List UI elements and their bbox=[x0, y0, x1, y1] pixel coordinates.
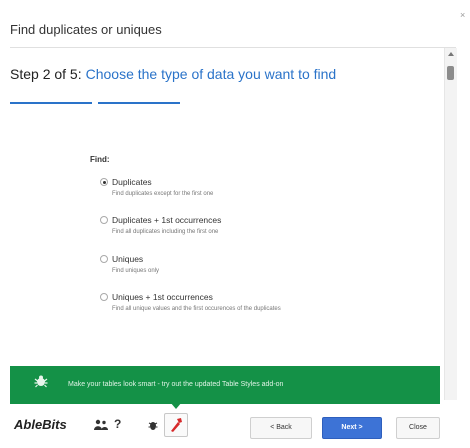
scroll-up-icon[interactable] bbox=[448, 52, 454, 56]
progress-segment bbox=[98, 102, 180, 104]
footer-bar: AbleBits ? < Back Next > Close bbox=[10, 404, 456, 448]
radio-uniques[interactable] bbox=[100, 255, 108, 263]
radio-uniques-first[interactable] bbox=[100, 293, 108, 301]
next-button[interactable]: Next > bbox=[322, 417, 382, 439]
tools-icon bbox=[171, 418, 182, 432]
bug-report-icon[interactable] bbox=[148, 419, 158, 431]
step-header: Step 2 of 5: Choose the type of data you … bbox=[10, 66, 336, 82]
banner-text[interactable]: Make your tables look smart - try out th… bbox=[68, 381, 283, 388]
close-button[interactable]: Close bbox=[396, 417, 440, 439]
scrollbar[interactable] bbox=[444, 48, 457, 400]
back-button[interactable]: < Back bbox=[250, 417, 312, 439]
dialog-title: Find duplicates or uniques bbox=[10, 22, 162, 37]
option-description: Find all duplicates including the first … bbox=[112, 229, 219, 235]
promo-banner[interactable]: Make your tables look smart - try out th… bbox=[10, 366, 440, 409]
option-description: Find uniques only bbox=[112, 268, 160, 274]
help-icon[interactable]: ? bbox=[114, 417, 121, 431]
bug-icon bbox=[34, 375, 48, 388]
find-label: Find: bbox=[90, 155, 110, 164]
wizard-panel: Step 2 of 5: Choose the type of data you … bbox=[10, 47, 457, 448]
progress-segment bbox=[10, 102, 92, 104]
scroll-thumb[interactable] bbox=[447, 66, 454, 80]
settings-button[interactable] bbox=[164, 413, 188, 437]
option-label: Duplicates + 1st occurrences bbox=[112, 215, 222, 225]
option-label: Uniques bbox=[112, 254, 144, 264]
radio-duplicates-first[interactable] bbox=[100, 216, 108, 224]
ablebits-logo[interactable]: AbleBits bbox=[14, 417, 67, 432]
option-label: Duplicates bbox=[112, 177, 152, 187]
close-icon[interactable]: × bbox=[460, 10, 465, 20]
step-progress bbox=[10, 102, 440, 104]
option-description: Find duplicates except for the first one bbox=[112, 191, 214, 197]
option-label: Uniques + 1st occurrences bbox=[112, 292, 213, 302]
step-number: Step 2 of 5: bbox=[10, 66, 82, 82]
option-description: Find all unique values and the first occ… bbox=[112, 306, 281, 312]
radio-duplicates[interactable] bbox=[100, 178, 108, 186]
step-description: Choose the type of data you want to find bbox=[85, 66, 337, 82]
people-icon[interactable] bbox=[94, 419, 108, 431]
